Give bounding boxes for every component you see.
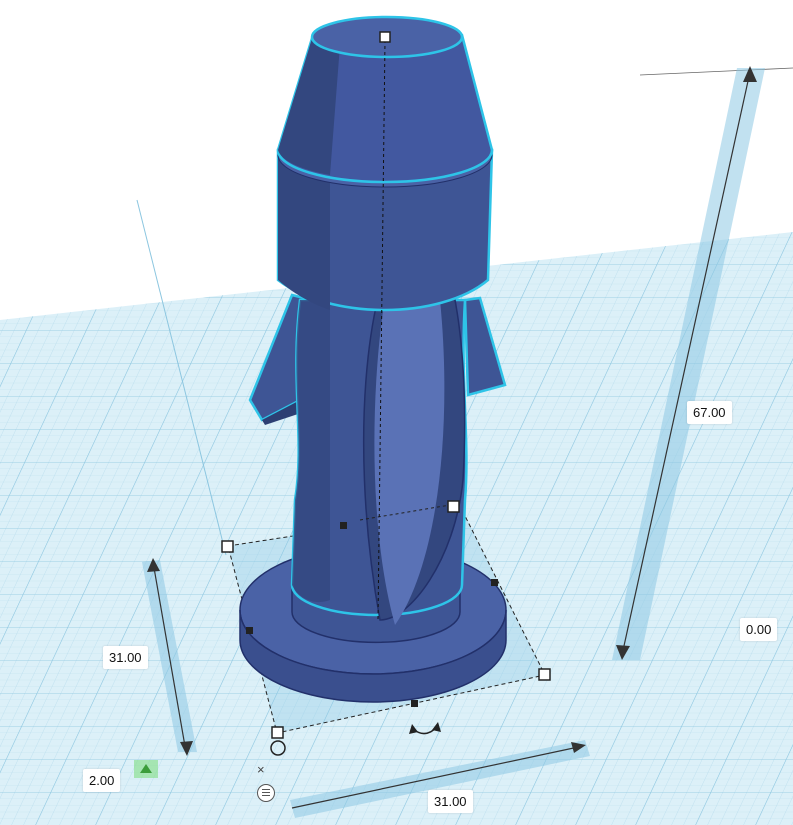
handle-edge-front[interactable]: [411, 700, 418, 707]
height-value-field[interactable]: 67.00: [687, 401, 732, 424]
length-value-field[interactable]: 31.00: [428, 790, 473, 813]
handle-edge-right[interactable]: [491, 579, 498, 586]
top-guide-line: [639, 67, 793, 76]
handle-corner-back-right[interactable]: [447, 500, 460, 513]
handle-corner-front-left[interactable]: [271, 726, 284, 739]
handle-edge-back[interactable]: [340, 522, 347, 529]
elevation-value-field[interactable]: 0.00: [740, 618, 778, 641]
workplane-viewport[interactable]: [0, 0, 793, 825]
handle-corner-back-left[interactable]: [221, 540, 234, 553]
handle-top[interactable]: [379, 31, 391, 43]
close-icon[interactable]: ×: [257, 762, 265, 777]
lift-arrow-icon[interactable]: [134, 760, 158, 778]
menu-icon[interactable]: [257, 784, 275, 802]
handle-corner-front-right[interactable]: [538, 668, 551, 681]
lift-value-field[interactable]: 2.00: [83, 769, 121, 792]
handle-edge-left[interactable]: [246, 627, 253, 634]
width-value-field[interactable]: 31.00: [103, 646, 148, 669]
